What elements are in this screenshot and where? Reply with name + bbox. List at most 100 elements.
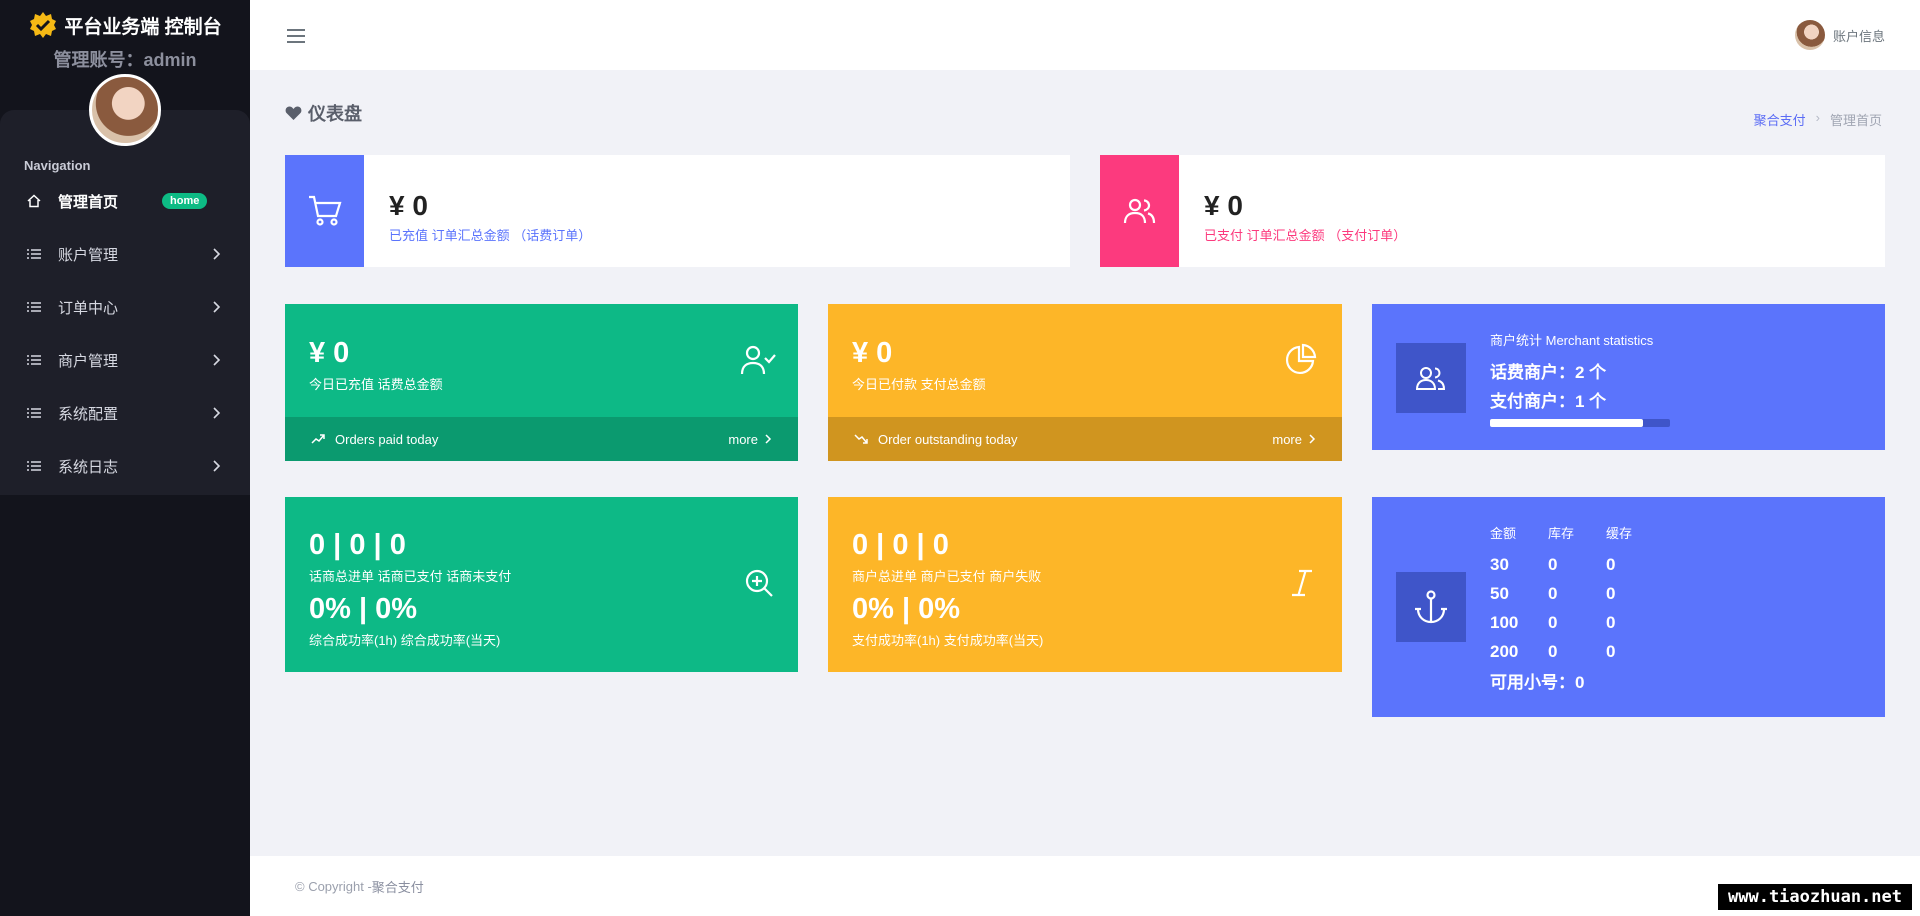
hamburger-menu-icon[interactable] (285, 25, 307, 47)
today-recharge-footer: Orders paid today more (285, 417, 798, 461)
merchant-progress-fill (1490, 419, 1643, 427)
chevron-right-icon (213, 301, 221, 313)
sidebar-item-merchants[interactable]: 商户管理 (0, 340, 250, 380)
today-recharge-amount: ¥ 0 (309, 337, 350, 369)
table-cell: 0 (1606, 554, 1616, 574)
user-check-icon (740, 342, 776, 378)
paid-total-amount: ¥ 0 (1204, 190, 1243, 221)
recharge-total-card: ¥ 0 已充值 订单汇总金额 （话费订单） (285, 155, 1070, 267)
brand-title: 平台业务端 控制台 (64, 16, 222, 38)
more-label: more (1272, 431, 1302, 447)
cart-icon (285, 155, 364, 267)
table-cell: 100 (1490, 612, 1519, 632)
italic-icon (1288, 569, 1316, 597)
column-header: 金额 (1490, 526, 1517, 541)
paid-total-desc: 已支付 订单汇总金额 （支付订单） (1204, 228, 1407, 243)
phone-order-rate-labels: 综合成功率(1h) 综合成功率(当天) (309, 633, 501, 648)
trending-down-icon (854, 434, 868, 444)
merchant-order-count-labels: 商户总进单 商户已支付 商户失败 (852, 569, 1042, 584)
table-row: 200 0 0 (1490, 637, 1664, 666)
inventory-card: 金额 库存 缓存 30 0 0 50 0 0 100 0 0 200 0 0 可… (1372, 497, 1885, 717)
table-cell: 0 (1606, 583, 1616, 603)
list-icon (26, 405, 42, 421)
copyright-text: © Copyright - (295, 878, 372, 894)
heart-icon (285, 106, 302, 120)
more-link[interactable]: more (728, 432, 772, 447)
pay-merchant-count: 支付商户：1 个 (1490, 392, 1607, 411)
inventory-table: 金额 库存 缓存 30 0 0 50 0 0 100 0 0 200 0 0 可… (1490, 523, 1664, 695)
table-row: 50 0 0 (1490, 579, 1664, 608)
breadcrumb-link[interactable]: 聚合支付 (1754, 110, 1806, 129)
table-row: 100 0 0 (1490, 608, 1664, 637)
users-icon (1100, 155, 1179, 267)
merchant-orders-card: 0 | 0 | 0 商户总进单 商户已支付 商户失败 0% | 0% 支付成功率… (828, 497, 1342, 672)
users-icon (1396, 343, 1466, 413)
watermark: www.tiaozhuan.net (1718, 884, 1912, 910)
breadcrumb-separator: › (1815, 110, 1820, 125)
merchant-order-rates: 0% | 0% (852, 593, 961, 625)
today-pay-footer: Order outstanding today more (828, 417, 1342, 461)
sidebar-item-label: 账户管理 (58, 246, 119, 264)
pie-chart-icon (1284, 342, 1318, 376)
table-cell: 0 (1548, 641, 1558, 661)
table-cell: 50 (1490, 583, 1509, 603)
sidebar-item-label: 管理首页 (58, 193, 119, 211)
footer-label: Order outstanding today (878, 431, 1018, 447)
merchant-order-rate-labels: 支付成功率(1h) 支付成功率(当天) (852, 633, 1044, 648)
breadcrumb: 聚合支付 › 管理首页 (1754, 110, 1882, 129)
topbar: 账户信息 (250, 0, 1920, 70)
sidebar-item-logs[interactable]: 系统日志 (0, 446, 250, 486)
footer-brand-link[interactable]: 聚合支付 (372, 877, 424, 896)
table-cell: 0 (1548, 612, 1558, 632)
list-icon (26, 299, 42, 315)
today-recharge-desc: 今日已充值 话费总金额 (309, 377, 443, 392)
sidebar-item-label: 系统日志 (58, 458, 119, 476)
home-badge: home (162, 193, 208, 209)
sidebar-item-label: 订单中心 (58, 299, 119, 317)
sidebar-item-label: 系统配置 (58, 405, 119, 423)
table-cell: 0 (1606, 641, 1616, 661)
today-pay-desc: 今日已付款 支付总金额 (852, 377, 986, 392)
breadcrumb-current: 管理首页 (1829, 113, 1882, 128)
account-menu[interactable]: 账户信息 (1794, 20, 1885, 50)
more-link[interactable]: more (1272, 432, 1316, 447)
table-row: 30 0 0 (1490, 550, 1664, 579)
sidebar-item-settings[interactable]: 系统配置 (0, 393, 250, 433)
available-count: 可用小号：0 (1490, 673, 1585, 692)
today-pay-amount: ¥ 0 (852, 337, 893, 369)
page-title: 仪表盘 (285, 100, 362, 126)
recharge-total-amount: ¥ 0 (389, 190, 428, 221)
phone-order-count-labels: 话商总进单 话商已支付 话商未支付 (309, 569, 512, 584)
merchant-order-counts: 0 | 0 | 0 (852, 529, 949, 561)
table-cell: 200 (1490, 641, 1519, 661)
more-label: more (728, 431, 758, 447)
list-icon (26, 352, 42, 368)
chevron-right-icon (1309, 434, 1316, 444)
sidebar: 平台业务端 控制台 管理账号：admin Navigation 管理首页 hom… (0, 0, 250, 916)
table-cell: 0 (1548, 554, 1558, 574)
zoom-in-icon (743, 567, 775, 599)
phone-orders-card: 0 | 0 | 0 话商总进单 话商已支付 话商未支付 0% | 0% 综合成功… (285, 497, 798, 672)
sidebar-item-home[interactable]: 管理首页 home (0, 181, 250, 221)
gear-logo-icon (30, 12, 57, 38)
sidebar-item-orders[interactable]: 订单中心 (0, 287, 250, 327)
chevron-right-icon (213, 248, 221, 260)
sidebar-item-account[interactable]: 账户管理 (0, 234, 250, 274)
table-cell: 0 (1548, 583, 1558, 603)
merchant-stats-title: 商户统计 Merchant statistics (1490, 333, 1654, 348)
account-label: 账户信息 (1832, 28, 1885, 44)
page-title-text: 仪表盘 (308, 104, 362, 124)
avatar[interactable] (89, 74, 161, 146)
today-recharge-card: ¥ 0 今日已充值 话费总金额 Orders paid today more (285, 304, 798, 461)
paid-total-card: ¥ 0 已支付 订单汇总金额 （支付订单） (1100, 155, 1885, 267)
page-footer: © Copyright - 聚合支付 (250, 856, 1920, 916)
merchant-progress-bar (1490, 419, 1670, 427)
anchor-icon (1396, 572, 1466, 642)
table-cell: 0 (1606, 612, 1616, 632)
merchant-stats-card: 商户统计 Merchant statistics 话费商户：2 个 支付商户：1… (1372, 304, 1885, 450)
table-cell: 30 (1490, 554, 1509, 574)
today-pay-card: ¥ 0 今日已付款 支付总金额 Order outstanding today … (828, 304, 1342, 461)
home-icon (26, 193, 42, 209)
chevron-right-icon (213, 460, 221, 472)
list-icon (26, 246, 42, 262)
